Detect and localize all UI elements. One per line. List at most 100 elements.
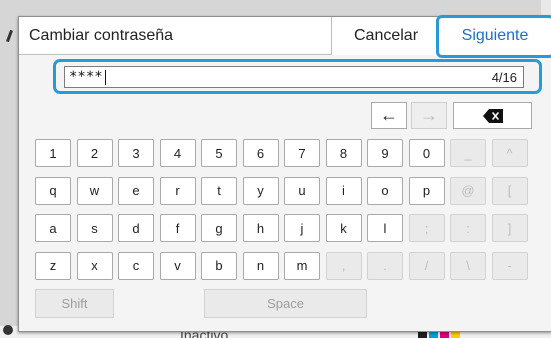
- key[interactable]: _: [450, 139, 486, 167]
- key[interactable]: s: [76, 214, 113, 242]
- cursor-left-button[interactable]: ←: [371, 102, 407, 129]
- change-password-dialog: Cambiar contraseña Cancelar Siguiente **…: [18, 15, 551, 332]
- key[interactable]: [: [491, 176, 528, 205]
- key[interactable]: p: [408, 176, 445, 205]
- key[interactable]: ]: [491, 214, 528, 242]
- key[interactable]: j: [284, 214, 320, 242]
- key[interactable]: q: [35, 176, 71, 205]
- key[interactable]: 6: [242, 139, 279, 167]
- key-label: x: [91, 258, 98, 273]
- key-label: v: [174, 258, 181, 273]
- key[interactable]: r: [159, 176, 196, 205]
- key-label: o: [381, 183, 389, 198]
- key-label: y: [257, 183, 264, 198]
- key[interactable]: ;: [408, 214, 445, 242]
- key[interactable]: z: [35, 251, 71, 280]
- key[interactable]: 4: [159, 139, 196, 167]
- key[interactable]: k: [325, 214, 362, 242]
- key[interactable]: f: [159, 214, 196, 242]
- key[interactable]: y: [242, 176, 279, 205]
- key-label: ,: [341, 258, 346, 273]
- key-label: m: [296, 258, 308, 273]
- key[interactable]: b: [201, 251, 237, 280]
- key-label: 6: [256, 145, 265, 161]
- key-label: 9: [381, 145, 389, 161]
- key-label: 5: [215, 145, 223, 161]
- key-label: [: [507, 183, 512, 198]
- key-label: :: [466, 220, 470, 236]
- key[interactable]: 5: [201, 139, 237, 167]
- password-input[interactable]: **** 4/16: [64, 66, 524, 88]
- key-label: c: [132, 258, 140, 273]
- key[interactable]: 3: [118, 139, 154, 167]
- key[interactable]: 7: [284, 139, 320, 167]
- key-label: 4: [173, 145, 182, 161]
- key[interactable]: t: [201, 176, 237, 205]
- key[interactable]: a: [35, 214, 71, 242]
- key-label: i: [342, 183, 345, 198]
- key-label: \: [466, 258, 470, 273]
- background-mark: [6, 29, 13, 43]
- key[interactable]: d: [118, 214, 154, 242]
- backspace-icon: [482, 108, 503, 123]
- key[interactable]: 0: [408, 139, 445, 167]
- key-label: _: [464, 145, 472, 161]
- key-label: ^: [506, 145, 513, 161]
- key-label: a: [49, 220, 57, 236]
- key[interactable]: v: [159, 251, 196, 280]
- key-label: 1: [49, 145, 57, 161]
- key[interactable]: i: [325, 176, 362, 205]
- key[interactable]: m: [284, 251, 320, 280]
- key[interactable]: 8: [325, 139, 362, 167]
- key[interactable]: l: [367, 214, 403, 242]
- key[interactable]: u: [284, 176, 320, 205]
- key[interactable]: w: [76, 176, 113, 205]
- key[interactable]: n: [242, 251, 279, 280]
- key[interactable]: @: [450, 176, 486, 205]
- arrow-left-icon: ←: [380, 105, 398, 125]
- key-label: 0: [422, 145, 431, 161]
- key[interactable]: /: [408, 251, 445, 280]
- key-label: 8: [339, 145, 348, 161]
- key[interactable]: 9: [367, 139, 403, 167]
- cursor-right-button[interactable]: →: [411, 102, 447, 129]
- key-label: e: [132, 183, 140, 198]
- key-label: z: [49, 258, 57, 273]
- key-label: w: [89, 183, 100, 198]
- key-label: -: [507, 258, 512, 273]
- key[interactable]: 1: [35, 139, 71, 167]
- next-button[interactable]: Siguiente: [439, 17, 551, 55]
- key[interactable]: h: [242, 214, 279, 242]
- user-icon: [3, 325, 13, 335]
- key-label: 3: [132, 145, 140, 161]
- space-key[interactable]: Space: [204, 289, 367, 318]
- key[interactable]: :: [450, 214, 486, 242]
- shift-key[interactable]: Shift: [35, 289, 114, 318]
- key[interactable]: x: [76, 251, 113, 280]
- dialog-title: Cambiar contraseña: [29, 27, 174, 44]
- key[interactable]: o: [367, 176, 403, 205]
- key[interactable]: g: [201, 214, 237, 242]
- password-value: ****: [69, 69, 103, 85]
- key-label: t: [217, 183, 221, 198]
- password-input-highlight: **** 4/16: [53, 59, 542, 94]
- key[interactable]: c: [118, 251, 154, 280]
- key-label: /: [424, 258, 429, 273]
- key-label: k: [340, 220, 347, 236]
- key[interactable]: .: [367, 251, 403, 280]
- key[interactable]: ^: [491, 139, 528, 167]
- key-label: u: [298, 183, 306, 198]
- key[interactable]: e: [118, 176, 154, 205]
- key[interactable]: 2: [76, 139, 113, 167]
- backspace-button[interactable]: [453, 102, 532, 129]
- key-label: d: [132, 220, 140, 236]
- text-caret: [105, 70, 106, 85]
- key[interactable]: \: [450, 251, 486, 280]
- key-label: .: [383, 258, 387, 273]
- cancel-button[interactable]: Cancelar: [331, 17, 441, 55]
- key[interactable]: -: [491, 251, 528, 280]
- key-label: 7: [298, 145, 306, 161]
- key[interactable]: ,: [325, 251, 362, 280]
- dialog-header: Cambiar contraseña Cancelar Siguiente: [19, 15, 551, 58]
- key-label: ]: [507, 220, 512, 236]
